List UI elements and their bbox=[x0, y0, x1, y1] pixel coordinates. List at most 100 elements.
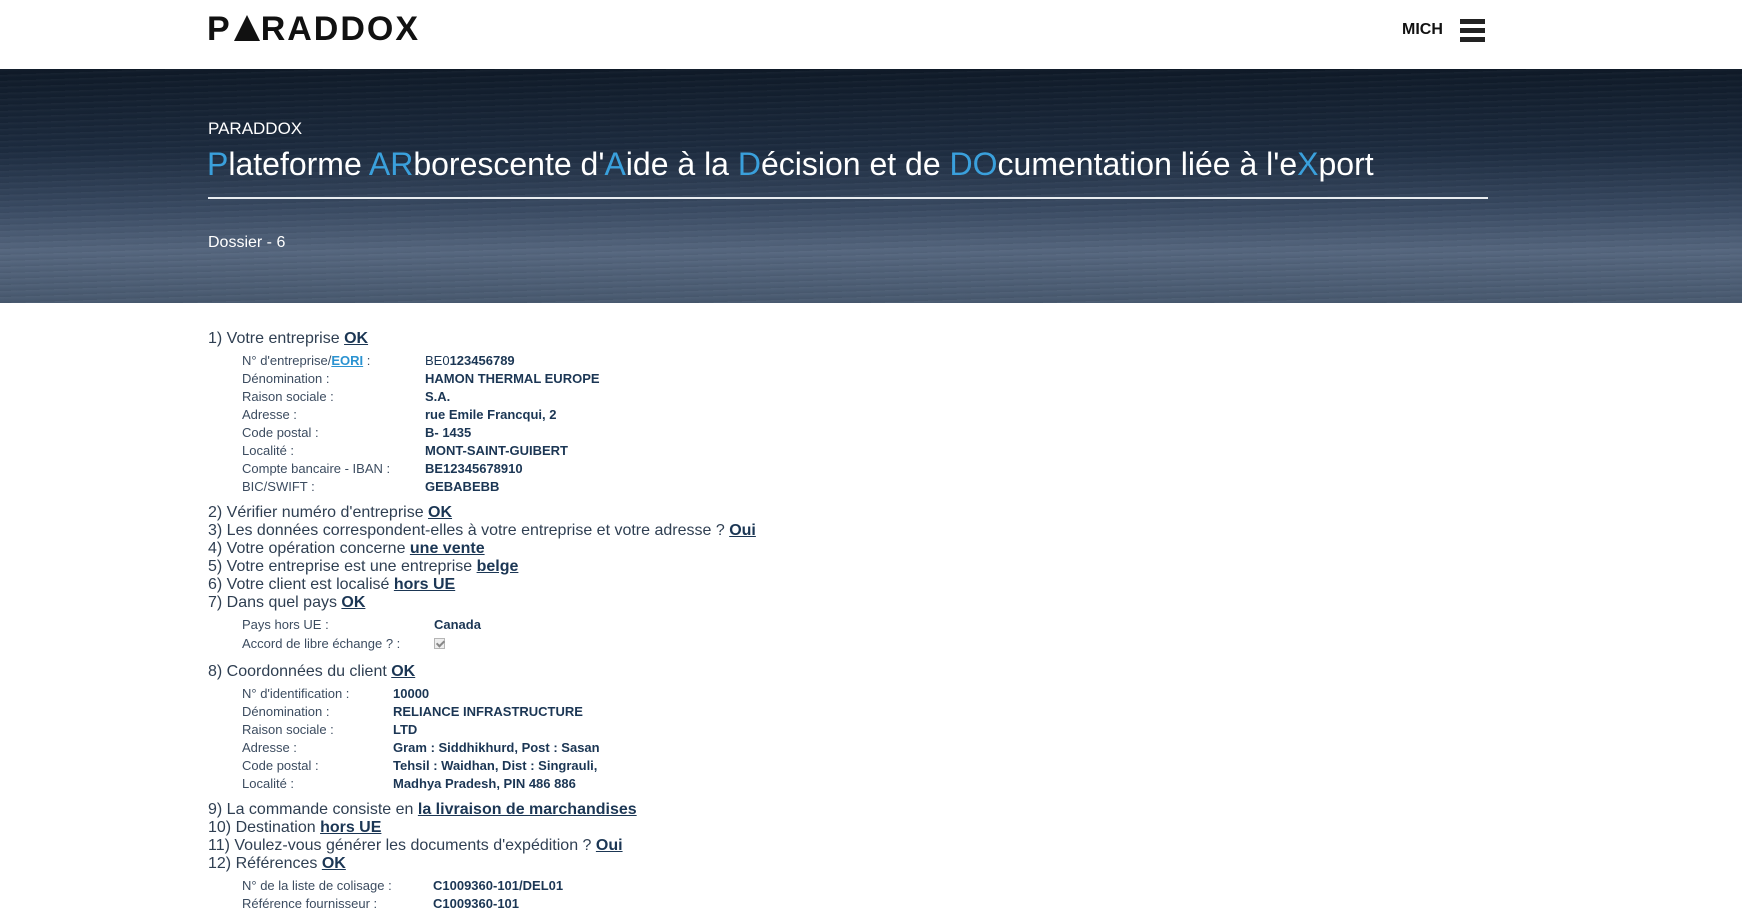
detail-row: Localité : MONT-SAINT-GUIBERT bbox=[242, 442, 842, 460]
detail-label: BIC/SWIFT : bbox=[242, 479, 315, 494]
detail-row: Raison sociale : S.A. bbox=[242, 388, 842, 406]
question-5-answer-link[interactable]: belge bbox=[477, 558, 519, 575]
detail-value: 10000 bbox=[393, 686, 430, 701]
detail-label: N° d'entreprise/EORI : bbox=[242, 353, 371, 368]
detail-label: Référence fournisseur : bbox=[242, 896, 378, 911]
detail-value: HAMON THERMAL EUROPE bbox=[425, 371, 600, 386]
question-6: 6) Votre client est localisé hors UE bbox=[208, 576, 1508, 594]
question-text: 8) Coordonnées du client bbox=[208, 663, 392, 680]
detail-row: BIC/SWIFT : GEBABEBB bbox=[242, 478, 842, 496]
question-9-answer-link[interactable]: la livraison de marchandises bbox=[418, 801, 637, 818]
detail-row: Compte bancaire - IBAN : BE12345678910 bbox=[242, 460, 842, 478]
question-text: 2) Vérifier numéro d'entreprise bbox=[208, 504, 429, 521]
eori-link[interactable]: EORI bbox=[331, 353, 363, 368]
detail-label: N° de la liste de colisage : bbox=[242, 878, 392, 893]
title-segment: port bbox=[1318, 146, 1374, 182]
detail-row: Adresse : rue Emile Francqui, 2 bbox=[242, 406, 842, 424]
hamburger-menu-icon[interactable] bbox=[1460, 19, 1485, 43]
references-details: N° de la liste de colisage : C1009360-101… bbox=[242, 877, 1508, 913]
question-text: 4) Votre opération concerne bbox=[208, 540, 410, 557]
detail-value: BE12345678910 bbox=[425, 461, 523, 476]
detail-row: Pays hors UE : Canada bbox=[242, 616, 1508, 635]
detail-value: RELIANCE INFRASTRUCTURE bbox=[393, 704, 583, 719]
title-segment: lateforme bbox=[228, 146, 369, 182]
title-divider bbox=[208, 197, 1488, 199]
title-segment: P bbox=[207, 146, 229, 182]
country-details: Pays hors UE : Canada Accord de libre éch… bbox=[242, 616, 1508, 654]
free-trade-checkbox[interactable] bbox=[434, 638, 445, 649]
detail-value: GEBABEBB bbox=[425, 479, 500, 494]
question-5: 5) Votre entreprise est une entreprise b… bbox=[208, 558, 1508, 576]
detail-label: Code postal : bbox=[242, 758, 319, 773]
detail-value: MONT-SAINT-GUIBERT bbox=[425, 443, 568, 458]
detail-label: Accord de libre échange ? : bbox=[242, 636, 401, 651]
detail-value: Madhya Pradesh, PIN 486 886 bbox=[393, 776, 576, 791]
detail-row: N° de la liste de colisage : C1009360-101… bbox=[242, 877, 1508, 895]
question-10-answer-link[interactable]: hors UE bbox=[320, 819, 381, 836]
question-10: 10) Destination hors UE bbox=[208, 819, 1508, 837]
hero-app-name: PARADDOX bbox=[208, 119, 303, 138]
detail-row: Référence fournisseur : C1009360-101 bbox=[242, 895, 1508, 913]
hero-banner: PARADDOX Plateforme ARborescente d'Aide … bbox=[0, 69, 1742, 303]
detail-row: N° d'entreprise/EORI : BE0123456789 bbox=[242, 352, 842, 370]
question-text: 11) Voulez-vous générer les documents d'… bbox=[208, 837, 596, 854]
question-1-answer-link[interactable]: OK bbox=[344, 330, 368, 347]
question-text: 7) Dans quel pays bbox=[208, 594, 342, 611]
question-4-answer-link[interactable]: une vente bbox=[410, 540, 485, 557]
question-3-answer-link[interactable]: Oui bbox=[729, 522, 756, 539]
client-details: N° d'identification : 10000 Dénomination … bbox=[242, 685, 1508, 793]
detail-row: Raison sociale : LTD bbox=[242, 721, 1508, 739]
detail-value: C1009360-101 bbox=[433, 896, 520, 911]
title-segment: cumentation liée à l'e bbox=[997, 146, 1298, 182]
question-12-answer-link[interactable]: OK bbox=[322, 855, 346, 872]
title-segment: borescente d' bbox=[413, 146, 605, 182]
question-6-answer-link[interactable]: hors UE bbox=[394, 576, 455, 593]
detail-row: Dénomination : RELIANCE INFRASTRUCTURE bbox=[242, 703, 1508, 721]
question-2: 2) Vérifier numéro d'entreprise OK bbox=[208, 504, 1508, 522]
title-segment: écision et de bbox=[760, 146, 950, 182]
detail-label: Localité : bbox=[242, 443, 295, 458]
detail-label: Code postal : bbox=[242, 425, 319, 440]
detail-label: Raison sociale : bbox=[242, 389, 334, 404]
question-8: 8) Coordonnées du client OK bbox=[208, 663, 1508, 681]
detail-row: Accord de libre échange ? : bbox=[242, 635, 1508, 654]
page-title: Plateforme ARborescente d'Aide à la Déci… bbox=[207, 145, 1374, 183]
detail-label: N° d'identification : bbox=[242, 686, 350, 701]
title-segment: A bbox=[604, 146, 626, 182]
question-7-answer-link[interactable]: OK bbox=[341, 594, 365, 611]
question-8-answer-link[interactable]: OK bbox=[391, 663, 415, 680]
detail-label: Pays hors UE : bbox=[242, 617, 329, 632]
question-text: 9) La commande consiste en bbox=[208, 801, 418, 818]
detail-row: Dénomination : HAMON THERMAL EUROPE bbox=[242, 370, 842, 388]
detail-value: Gram : Siddhikhurd, Post : Sasan bbox=[393, 740, 600, 755]
detail-row: Adresse : Gram : Siddhikhurd, Post : Sasa… bbox=[242, 739, 1508, 757]
question-text: 1) Votre entreprise bbox=[208, 330, 345, 347]
detail-label: Localité : bbox=[242, 776, 295, 791]
question-text: 10) Destination bbox=[208, 819, 321, 836]
title-segment: AR bbox=[368, 146, 414, 182]
detail-label: Raison sociale : bbox=[242, 722, 334, 737]
question-3: 3) Les données correspondent-elles à vot… bbox=[208, 522, 1508, 540]
title-segment: ide à la bbox=[625, 146, 738, 182]
detail-row: Code postal : B- 1435 bbox=[242, 424, 842, 442]
detail-value: BE0123456789 bbox=[425, 353, 515, 368]
detail-label: Dénomination : bbox=[242, 371, 330, 386]
user-name[interactable]: MICH bbox=[1402, 21, 1443, 39]
question-11: 11) Voulez-vous générer les documents d'… bbox=[208, 837, 1508, 855]
detail-label: Adresse : bbox=[242, 740, 297, 755]
detail-value: Canada bbox=[434, 617, 481, 632]
title-segment: DO bbox=[949, 146, 998, 182]
question-1: 1) Votre entreprise OK bbox=[208, 330, 1508, 348]
detail-row: Code postal : Tehsil : Waidhan, Dist : Si… bbox=[242, 757, 1508, 775]
paraddox-logo[interactable]: P RADDOX bbox=[207, 12, 420, 46]
detail-value: S.A. bbox=[425, 389, 451, 404]
question-text: 6) Votre client est localisé bbox=[208, 576, 394, 593]
detail-row: Localité : Madhya Pradesh, PIN 486 886 bbox=[242, 775, 1508, 793]
question-9: 9) La commande consiste en la livraison … bbox=[208, 801, 1508, 819]
question-11-answer-link[interactable]: Oui bbox=[596, 837, 623, 854]
question-7: 7) Dans quel pays OK bbox=[208, 594, 1508, 612]
title-segment: D bbox=[737, 146, 761, 182]
company-details: N° d'entreprise/EORI : BE0123456789 Déno… bbox=[242, 352, 842, 496]
question-12: 12) Références OK bbox=[208, 855, 1508, 873]
question-2-answer-link[interactable]: OK bbox=[428, 504, 452, 521]
